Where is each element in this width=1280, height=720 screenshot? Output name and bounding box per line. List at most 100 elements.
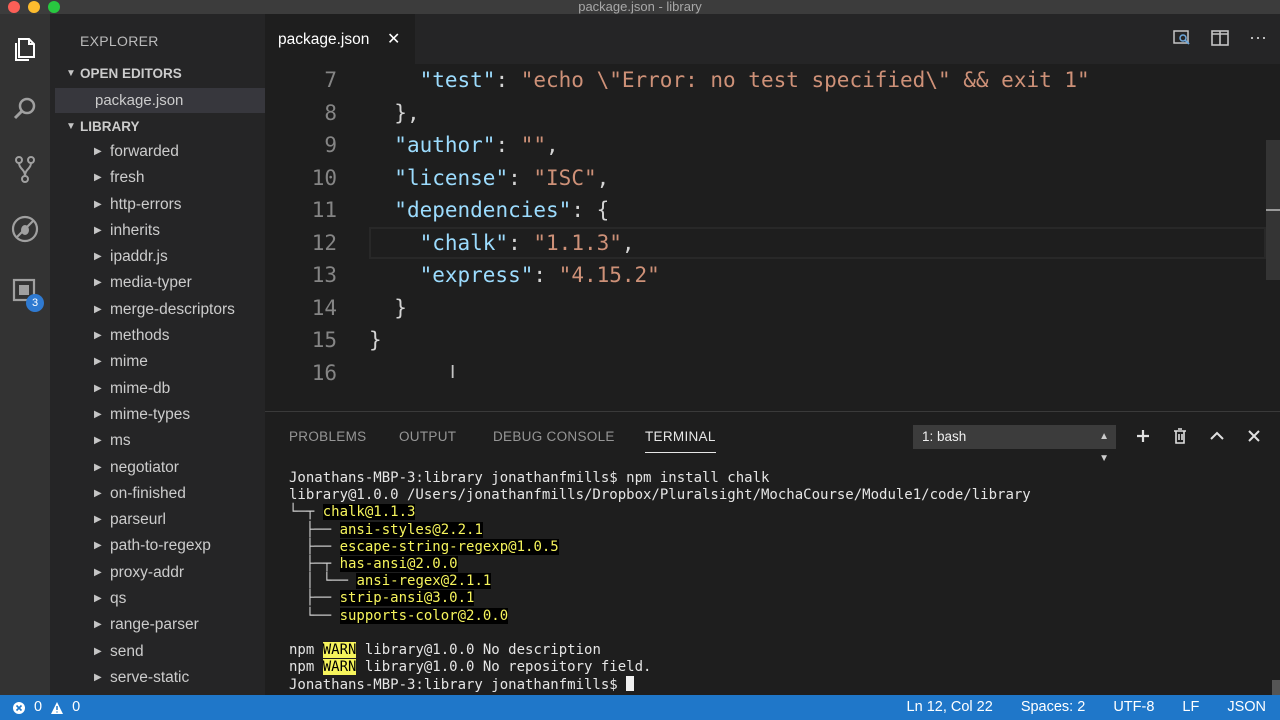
terminal-text: ansi-regex@2.1.1 bbox=[356, 573, 492, 590]
tree-item[interactable]: ▶ media-typer bbox=[50, 270, 265, 296]
code-line: 8 }, bbox=[265, 97, 1265, 130]
activity-debug[interactable] bbox=[0, 204, 50, 254]
bottom-panel: PROBLEMS OUTPUT DEBUG CONSOLE TERMINAL 1… bbox=[265, 411, 1280, 696]
code-token: "chalk" bbox=[419, 230, 509, 255]
chevron-right-icon: ▶ bbox=[94, 356, 102, 368]
code-token: }, bbox=[394, 100, 420, 125]
tree-item[interactable]: ▶ methods bbox=[50, 323, 265, 349]
activity-explorer[interactable] bbox=[0, 24, 50, 74]
terminal-line: Jonathans-MBP-3:library jonathanfmills$ bbox=[289, 676, 1269, 693]
tab-output[interactable]: OUTPUT bbox=[399, 429, 456, 444]
activity-source-control[interactable] bbox=[0, 144, 50, 194]
terminal-text: npm bbox=[289, 659, 323, 676]
explorer-sidebar: EXPLORER ▼ OPEN EDITORS package.json ▼ L… bbox=[50, 14, 265, 695]
cursor-position[interactable]: Ln 12, Col 22 bbox=[893, 695, 1007, 720]
tab-terminal[interactable]: TERMINAL bbox=[645, 429, 716, 453]
close-icon[interactable]: ✕ bbox=[387, 29, 400, 49]
tree-item[interactable]: ▶ serve-static bbox=[50, 665, 265, 691]
end-of-line[interactable]: LF bbox=[1168, 695, 1213, 720]
tab-problems[interactable]: PROBLEMS bbox=[289, 429, 366, 444]
tree-item[interactable]: ▶ merge-descriptors bbox=[50, 297, 265, 323]
chevron-right-icon: ▶ bbox=[94, 540, 102, 552]
chevron-right-icon: ▶ bbox=[94, 461, 102, 473]
tree-item-label: parseurl bbox=[110, 511, 166, 529]
tree-item-label: range-parser bbox=[110, 616, 199, 634]
more-actions-icon[interactable]: ⋯ bbox=[1248, 26, 1268, 50]
tree-item[interactable]: ▶ mime-types bbox=[50, 402, 265, 428]
open-editors-label: OPEN EDITORS bbox=[80, 66, 182, 81]
code-token: "test" bbox=[419, 68, 496, 92]
split-editor-icon[interactable] bbox=[1210, 26, 1230, 50]
tree-item[interactable]: ▶ http-errors bbox=[50, 192, 265, 218]
add-terminal-icon[interactable] bbox=[1133, 424, 1153, 448]
code-token: "" bbox=[520, 133, 547, 157]
tree-item[interactable]: ▶ send bbox=[50, 639, 265, 665]
tab-package-json[interactable]: package.json ✕ bbox=[265, 14, 415, 64]
code-token: "express" bbox=[419, 263, 534, 287]
tree-item-label: mime bbox=[110, 353, 148, 371]
code-content: }, bbox=[369, 97, 420, 130]
tree-item[interactable]: ▶ qs bbox=[50, 586, 265, 612]
chevron-right-icon: ▶ bbox=[94, 619, 102, 631]
code-token: , bbox=[546, 133, 559, 157]
open-editors-header[interactable]: ▼ OPEN EDITORS bbox=[50, 61, 265, 87]
indentation[interactable]: Spaces: 2 bbox=[1007, 695, 1100, 720]
extensions-badge: 3 bbox=[26, 294, 44, 312]
activity-search[interactable] bbox=[0, 84, 50, 134]
language-mode[interactable]: JSON bbox=[1213, 695, 1280, 720]
tree-item[interactable]: ▶ on-finished bbox=[50, 481, 265, 507]
tree-item-label: send bbox=[110, 642, 144, 660]
close-panel-icon[interactable] bbox=[1244, 424, 1264, 448]
tab-debug-console[interactable]: DEBUG CONSOLE bbox=[493, 429, 615, 444]
maximize-panel-icon[interactable] bbox=[1207, 424, 1227, 448]
terminal-output[interactable]: Jonathans-MBP-3:library jonathanfmills$ … bbox=[289, 470, 1269, 693]
terminal-select-value: 1: bash bbox=[922, 429, 967, 444]
tree-item[interactable]: ▶ range-parser bbox=[50, 612, 265, 638]
library-folder-header[interactable]: ▼ LIBRARY bbox=[50, 114, 265, 140]
code-content: "license": "ISC", bbox=[369, 162, 609, 195]
tree-item[interactable]: ▶ mime bbox=[50, 349, 265, 375]
code-content: "express": "4.15.2" bbox=[369, 259, 660, 292]
tree-item[interactable]: ▶ ms bbox=[50, 428, 265, 454]
code-token: "ISC" bbox=[533, 165, 597, 190]
chevron-right-icon: ▶ bbox=[94, 303, 102, 315]
problems-indicator[interactable]: 0 0 bbox=[12, 695, 80, 720]
open-preview-icon[interactable] bbox=[1172, 26, 1192, 50]
trash-icon[interactable] bbox=[1170, 424, 1190, 448]
terminal-select[interactable]: 1: bash ▲ ▼ bbox=[913, 425, 1116, 464]
code-token: : bbox=[533, 263, 559, 287]
tree-item-label: http-errors bbox=[110, 195, 182, 213]
tree-item[interactable]: ▶ proxy-addr bbox=[50, 560, 265, 586]
line-number: 12 bbox=[311, 230, 337, 255]
terminal-line: npm WARN library@1.0.0 No description bbox=[289, 641, 1269, 659]
terminal-text: ├── bbox=[289, 521, 340, 538]
tree-item[interactable]: ▶ ipaddr.js bbox=[50, 244, 265, 270]
code-token: : bbox=[508, 165, 534, 190]
terminal-text: strip-ansi@3.0.1 bbox=[339, 590, 475, 607]
chevron-right-icon: ▶ bbox=[94, 330, 102, 342]
activity-bar: 3 bbox=[0, 14, 50, 695]
tree-item[interactable]: ▶ negotiator bbox=[50, 455, 265, 481]
encoding[interactable]: UTF-8 bbox=[1099, 695, 1168, 720]
line-number: 14 bbox=[311, 295, 337, 320]
tree-item[interactable]: ▶ forwarded bbox=[50, 139, 265, 165]
open-editor-item[interactable]: package.json bbox=[55, 88, 265, 113]
code-editor[interactable]: I 7 "test": "echo \"Error: no test speci… bbox=[265, 64, 1280, 411]
tree-item[interactable]: ▶ path-to-regexp bbox=[50, 533, 265, 559]
terminal-scrollbar[interactable] bbox=[1272, 680, 1280, 696]
warning-icon bbox=[51, 701, 64, 714]
tree-item[interactable]: ▶ inherits bbox=[50, 218, 265, 244]
files-icon bbox=[15, 38, 35, 61]
code-line: 16 bbox=[265, 357, 1265, 390]
tree-item[interactable]: ▶ parseurl bbox=[50, 507, 265, 533]
chevron-down-icon: ▼ bbox=[66, 121, 76, 132]
tree-item-label: ipaddr.js bbox=[110, 248, 168, 266]
terminal-text: has-ansi@2.0.0 bbox=[339, 555, 458, 572]
activity-extensions[interactable]: 3 bbox=[0, 264, 50, 314]
tree-item[interactable]: ▶ mime-db bbox=[50, 376, 265, 402]
tree-item[interactable]: ▶ fresh bbox=[50, 165, 265, 191]
code-line: 11 "dependencies": { bbox=[265, 194, 1265, 227]
